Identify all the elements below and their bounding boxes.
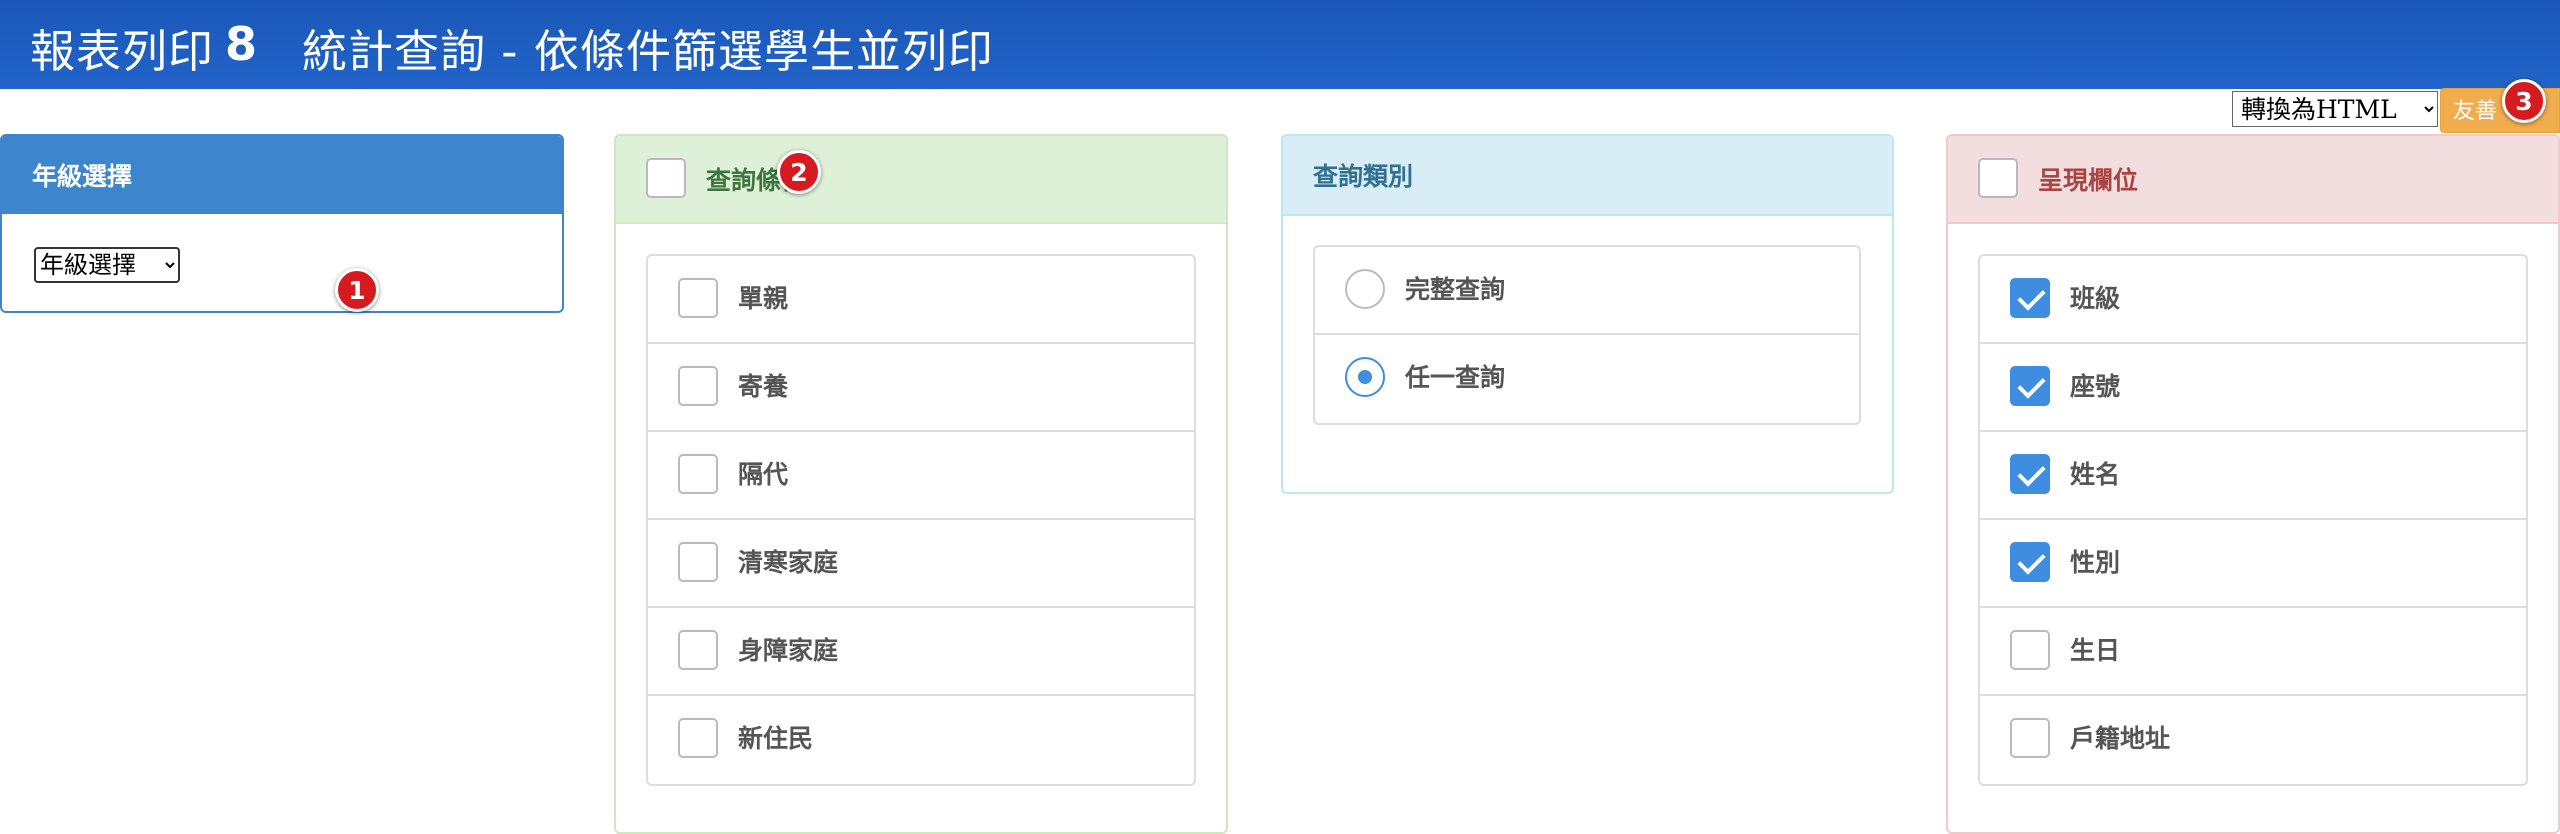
select-all-conditions-checkbox[interactable] [646, 158, 686, 198]
condition-label: 單親 [738, 284, 789, 313]
report-number: 8 [225, 17, 258, 71]
condition-item[interactable]: 單親 [648, 256, 1194, 344]
condition-label: 清寒家庭 [738, 548, 839, 577]
column-item[interactable]: 班級 [1980, 256, 2526, 344]
condition-checkbox[interactable] [678, 454, 718, 494]
query-type-list: 完整查詢 任一查詢 [1313, 245, 1861, 425]
column-checkbox[interactable] [2010, 454, 2050, 494]
condition-checkbox[interactable] [678, 630, 718, 670]
condition-checkbox[interactable] [678, 366, 718, 406]
query-type-radio[interactable] [1345, 269, 1385, 309]
select-all-columns-checkbox[interactable] [1978, 158, 2018, 198]
column-label: 戶籍地址 [2070, 724, 2171, 753]
condition-item[interactable]: 清寒家庭 [648, 520, 1194, 608]
column-label: 生日 [2070, 636, 2121, 665]
column-label: 姓名 [2070, 460, 2121, 489]
grade-select[interactable]: 年級選擇 [34, 247, 180, 283]
query-type-radio[interactable] [1345, 357, 1385, 397]
column-item[interactable]: 生日 [1980, 608, 2526, 696]
condition-checkbox[interactable] [678, 542, 718, 582]
condition-label: 寄養 [738, 372, 789, 401]
step-badge-2: 2 [777, 150, 821, 194]
column-label: 座號 [2070, 372, 2121, 401]
columns-list: 班級 座號 姓名 性別 生日 戶籍地址 [1978, 254, 2528, 786]
column-item[interactable]: 姓名 [1980, 432, 2526, 520]
column-label: 班級 [2070, 284, 2121, 313]
column-checkbox[interactable] [2010, 718, 2050, 758]
query-type-label: 任一查詢 [1405, 363, 1506, 392]
condition-item[interactable]: 身障家庭 [648, 608, 1194, 696]
column-checkbox[interactable] [2010, 542, 2050, 582]
query-type-panel: 查詢類別 完整查詢 任一查詢 [1281, 134, 1894, 494]
query-type-option[interactable]: 完整查詢 [1315, 247, 1859, 335]
column-item[interactable]: 戶籍地址 [1980, 696, 2526, 784]
condition-panel: 查詢條件 單親 寄養 隔代 清寒家庭 身障家庭 新住民 [614, 134, 1228, 834]
step-badge-3: 3 [2502, 79, 2546, 123]
condition-label: 新住民 [738, 724, 814, 753]
condition-item[interactable]: 寄養 [648, 344, 1194, 432]
columns-panel: 呈現欄位 班級 座號 姓名 性別 生日 戶籍地址 [1946, 134, 2560, 834]
page-subtitle: 統計查詢 - 依條件篩選學生並列印 [302, 25, 994, 78]
column-item[interactable]: 性別 [1980, 520, 2526, 608]
condition-item[interactable]: 新住民 [648, 696, 1194, 784]
step-badge-1: 1 [335, 268, 379, 312]
condition-checkbox[interactable] [678, 718, 718, 758]
column-checkbox[interactable] [2010, 278, 2050, 318]
condition-checkbox[interactable] [678, 278, 718, 318]
grade-panel-heading: 年級選擇 [2, 136, 562, 214]
grade-panel: 年級選擇 年級選擇 [0, 134, 564, 313]
condition-item[interactable]: 隔代 [648, 432, 1194, 520]
query-type-label: 完整查詢 [1405, 275, 1506, 304]
friendly-print-label: 友善 [2453, 99, 2498, 124]
column-item[interactable]: 座號 [1980, 344, 2526, 432]
output-format-select[interactable]: 轉換為HTML [2232, 91, 2438, 127]
page-title: 報表列印 [30, 25, 215, 78]
query-type-panel-heading: 查詢類別 [1283, 136, 1892, 216]
column-label: 性別 [2070, 548, 2121, 577]
header-bar: 報表列印 8 統計查詢 - 依條件篩選學生並列印 [0, 0, 2560, 89]
condition-panel-heading: 查詢條件 [616, 136, 1226, 224]
condition-label: 隔代 [738, 460, 789, 489]
columns-panel-title: 呈現欄位 [2038, 166, 2139, 195]
column-checkbox[interactable] [2010, 630, 2050, 670]
condition-list: 單親 寄養 隔代 清寒家庭 身障家庭 新住民 [646, 254, 1196, 786]
columns-panel-heading: 呈現欄位 [1948, 136, 2558, 224]
column-checkbox[interactable] [2010, 366, 2050, 406]
condition-label: 身障家庭 [738, 636, 839, 665]
query-type-option[interactable]: 任一查詢 [1315, 335, 1859, 423]
